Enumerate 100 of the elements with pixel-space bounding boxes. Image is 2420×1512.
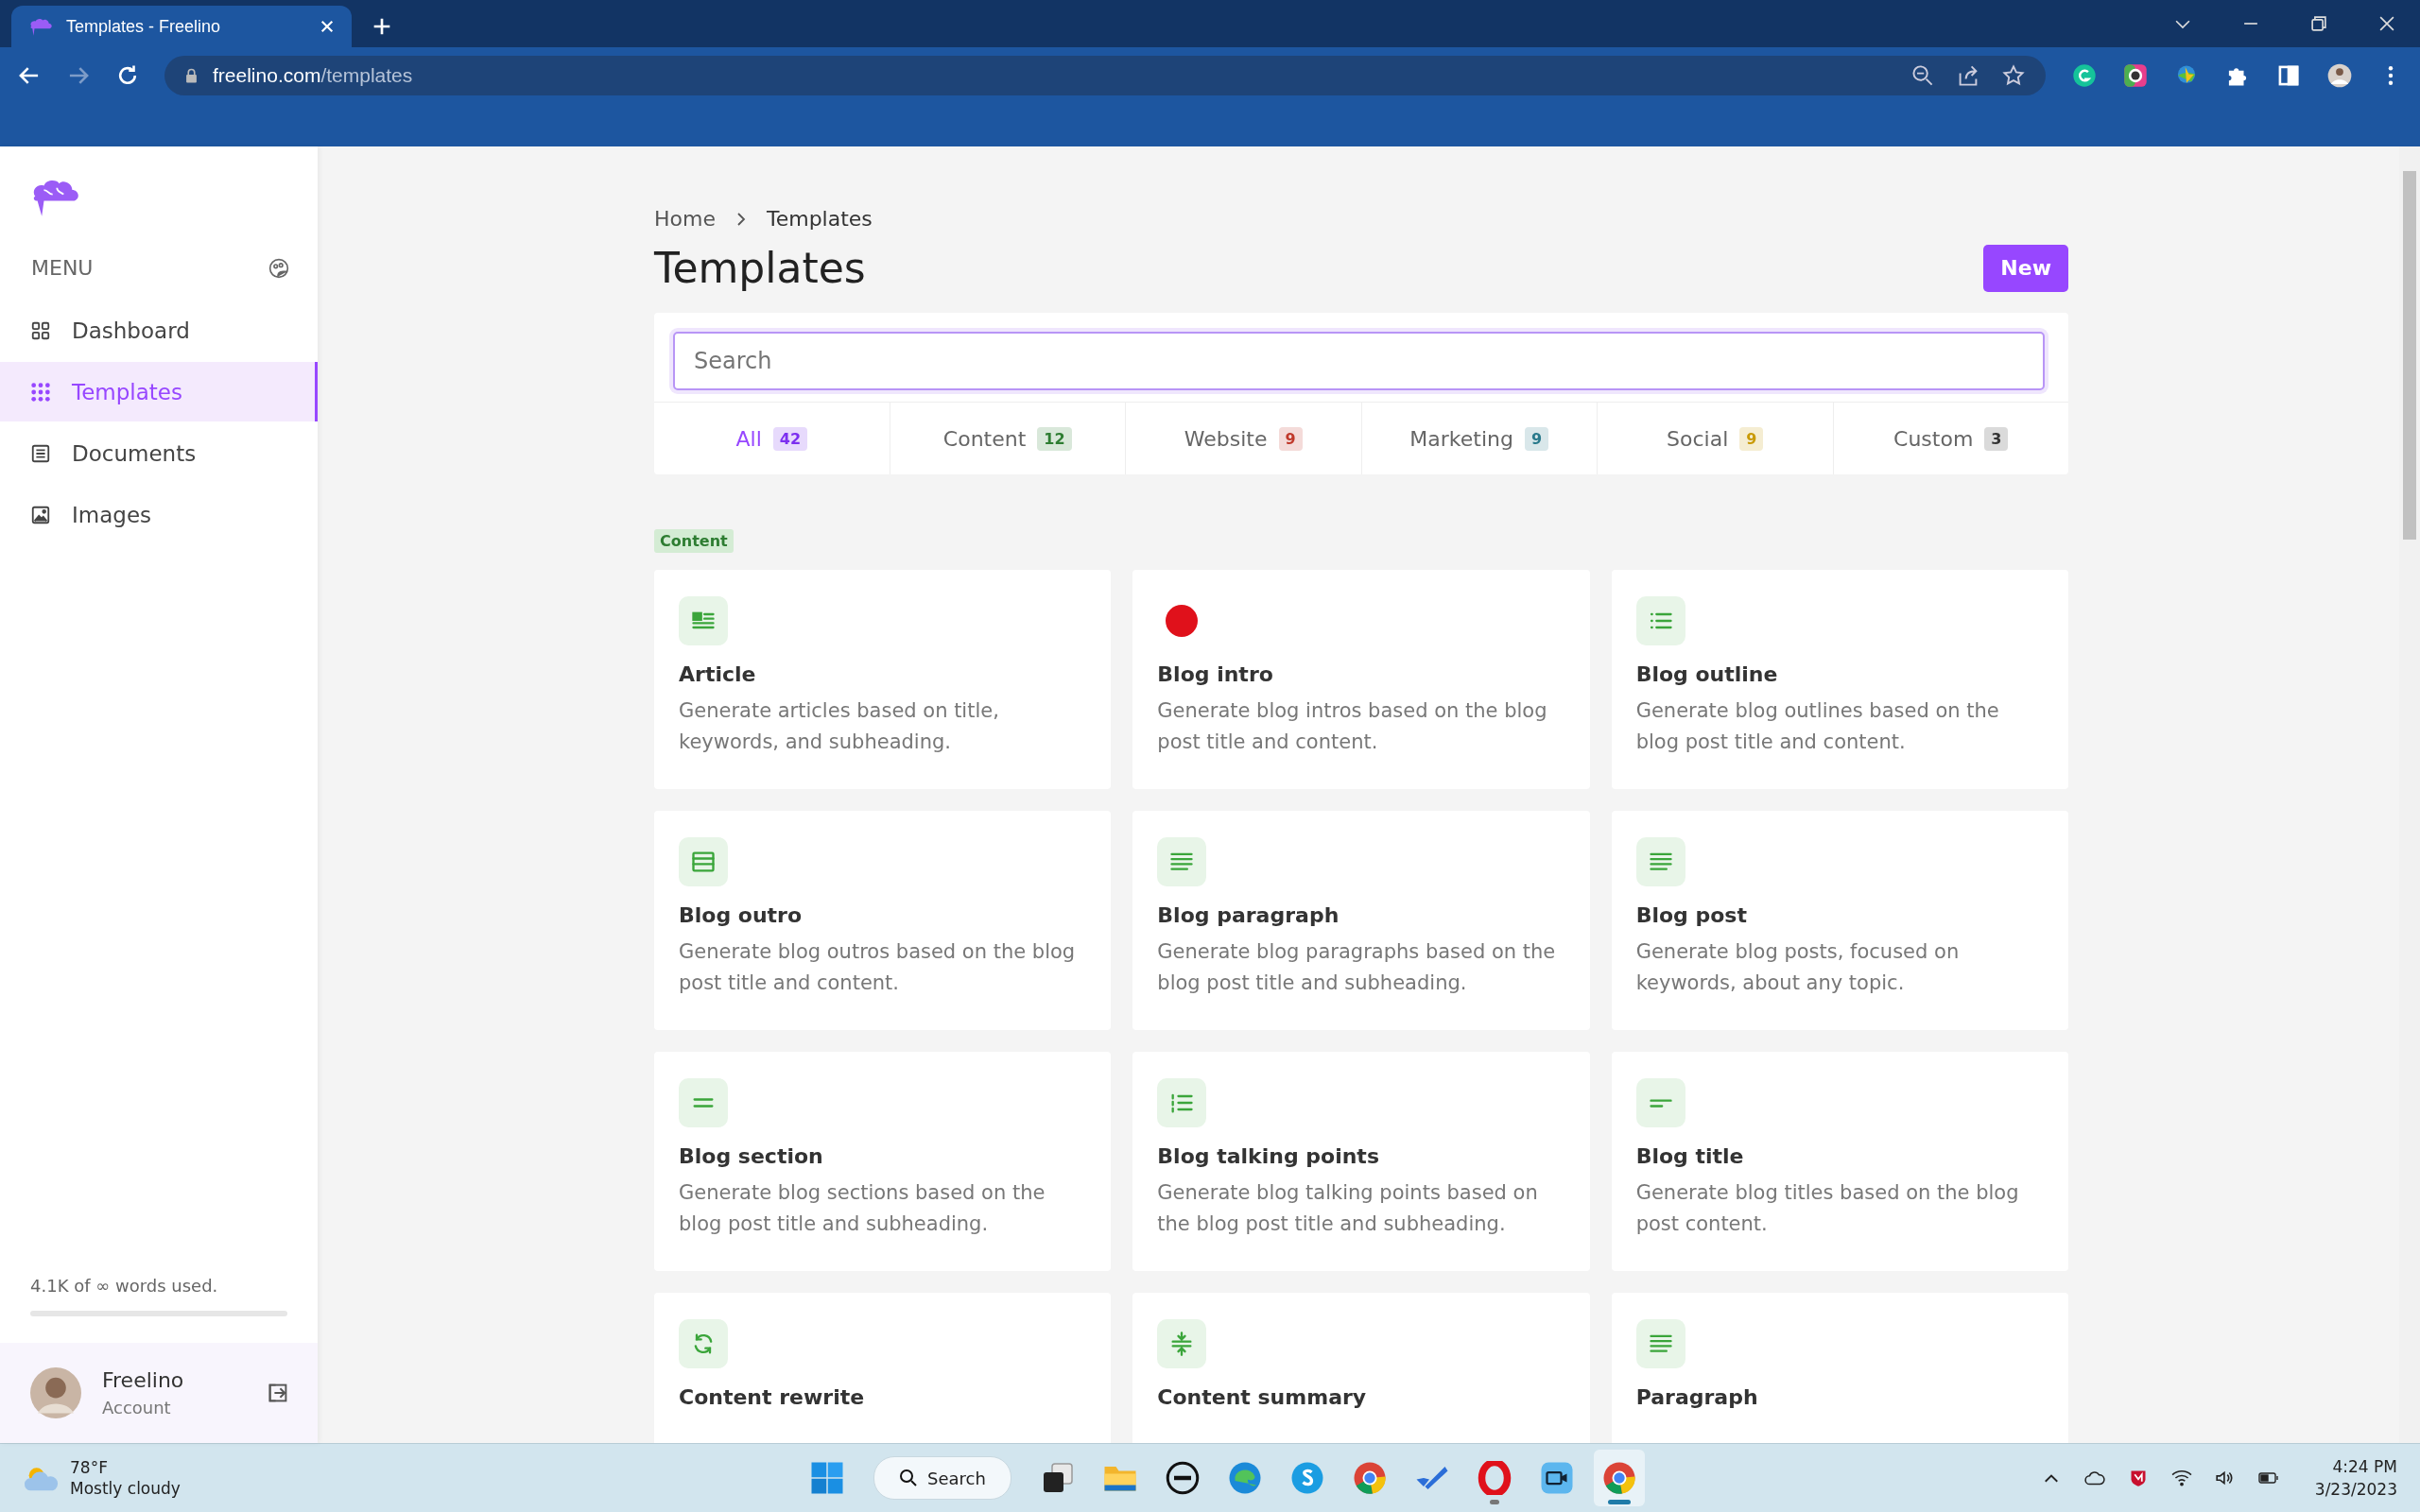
filter-label: Content [942,426,1027,451]
cloud-icon[interactable] [2083,1469,2105,1487]
running-indicator [1607,1500,1631,1504]
circle-logo-icon[interactable] [1165,1461,1200,1495]
browser-icon[interactable] [1352,1461,1387,1495]
address-bar[interactable]: freelino.com/templates [164,56,2046,95]
text-lines-icon [1635,837,1685,886]
card-title: Article [679,662,757,686]
template-card[interactable]: Blog section Generate blog sections based on the blog post title and subheading. [654,1052,1112,1271]
article-icon [679,596,728,645]
card-description: Generate blog outlines based on the blog post title and content. [1635,698,2000,755]
share-icon[interactable] [1957,64,1979,87]
card-title: Blog outro [679,903,804,927]
taskbar-search[interactable]: Search [873,1456,1011,1500]
filter-tab[interactable]: Marketing 9 [1360,403,1597,474]
new-button[interactable]: New [1983,244,2068,292]
camera-icon[interactable] [1539,1461,1574,1495]
windows-start-icon[interactable] [810,1461,844,1495]
text-lines-icon [1635,1078,1685,1127]
date: 3/23/2023 [2314,1480,2397,1499]
card-title: Blog post [1635,903,1748,927]
card-title: Content summary [1157,1385,1368,1409]
wifi-icon[interactable] [2170,1469,2192,1487]
user-subtitle: Account [102,1398,172,1418]
grid-icon [30,319,51,341]
template-card[interactable]: Content rewrite [654,1293,1112,1443]
document-icon [30,442,51,464]
template-card[interactable]: Blog post Generate blog posts, focused on keywords, about any topic. [1611,811,2068,1030]
filter-label: Marketing [1409,426,1513,451]
template-card[interactable]: Blog outro Generate blog outros based on the blog post title and content. [654,811,1112,1030]
compress-icon [1157,1319,1207,1368]
template-card[interactable]: Paragraph [1611,1293,2068,1443]
filter-tab[interactable]: Website 9 [1125,403,1361,474]
zoom-out-icon[interactable] [1911,64,1934,87]
text-lines-icon [1157,837,1207,886]
list-icon [1635,596,1685,645]
lock-icon [185,68,198,83]
filter-tab[interactable]: Custom 3 [1832,403,2068,474]
temperature: 78°F [70,1458,109,1477]
filter-label: Social [1667,426,1729,451]
card-description: Generate blog titles based on the blog post content. [1635,1180,2020,1237]
template-card[interactable]: Blog outline Generate blog outlines based on the blog post title and content. [1611,570,2068,789]
url-text: freelino.com/templates [213,64,413,87]
new-tab-icon[interactable] [372,17,391,36]
close-icon[interactable] [320,19,335,34]
template-card[interactable]: Blog intro Generate blog intros based on the blog post title and content. [1132,570,1590,789]
list-icon [1157,1078,1207,1127]
text-lines-icon [1635,1319,1685,1368]
sidebar-item[interactable]: Dashboard [0,301,318,360]
browser-icon[interactable] [1601,1461,1636,1495]
side-panel-icon[interactable] [2276,63,2301,88]
template-card[interactable]: Article Generate articles based on title, keywords, and subheading. [654,570,1112,789]
chat-app-icon[interactable] [1289,1461,1324,1495]
extension-icon[interactable] [2123,63,2148,88]
card-title: Blog title [1635,1144,1745,1168]
card-description: Generate blog intros based on the blog post title and content. [1157,698,1548,755]
template-card[interactable]: Blog title Generate blog titles based on the blog post content. [1611,1052,2068,1271]
image-icon [30,504,51,525]
ring-icon[interactable] [1477,1461,1512,1495]
browser-tab[interactable]: Templates - Freelino [11,6,352,47]
card-description: Generate articles based on title, keywords, and subheading. [679,698,1000,755]
filter-tab[interactable]: Social 9 [1597,403,1833,474]
tab-title: Templates - Freelino [66,16,222,37]
logout-icon[interactable] [267,1382,289,1404]
search-icon [899,1469,918,1487]
time: 4:24 PM [2332,1457,2397,1476]
filter-label: Custom [1893,426,1974,451]
card-title: Content rewrite [679,1385,866,1409]
sidebar-item[interactable]: Documents [0,423,318,483]
count-badge: 3 [1984,426,2009,451]
restore-icon[interactable] [2308,13,2329,34]
section-tag: Content [654,529,734,553]
text-lines-icon [679,837,728,886]
card-description: Generate blog talking points based on the blog post title and subheading. [1157,1180,1539,1237]
breadcrumb-item: Templates [766,207,873,231]
search-field[interactable]: Search [673,332,2045,390]
filter-tab[interactable]: Content 12 [889,403,1125,474]
star-icon[interactable] [2002,64,2025,87]
extension-icon[interactable] [2072,63,2097,88]
breadcrumb-item[interactable]: Home [654,207,716,231]
clock[interactable]: 4:24 PM 3/23/2023 [2314,1457,2397,1499]
card-title: Blog paragraph [1157,903,1340,927]
card-title: Blog section [679,1144,824,1168]
sidebar-item[interactable]: Templates [0,362,318,421]
card-description: Generate blog posts, focused on keywords, about any topic. [1635,939,1961,996]
avatar [30,1367,81,1418]
count-badge: 9 [1278,426,1303,451]
profile-avatar[interactable] [2327,63,2352,88]
chevron-right-icon [735,212,746,226]
card-title: Blog intro [1157,662,1274,686]
template-card[interactable]: Blog talking points Generate blog talking points based on the blog post title and subheading. [1132,1052,1590,1271]
refresh-icon [679,1319,728,1368]
template-card[interactable]: Blog paragraph Generate blog paragraphs based on the blog post title and subheading. [1132,811,1590,1030]
card-title: Blog talking points [1157,1144,1380,1168]
card-description: Generate blog outros based on the blog post title and content. [679,939,1077,996]
card-description: Generate blog paragraphs based on the blog post title and subheading. [1157,939,1557,996]
filter-tab[interactable]: All 42 [654,403,890,474]
template-card[interactable]: Content summary [1132,1293,1590,1443]
card-description: Generate blog sections based on the blog post title and subheading. [679,1180,1046,1237]
sidebar-item[interactable]: Images [0,485,318,544]
